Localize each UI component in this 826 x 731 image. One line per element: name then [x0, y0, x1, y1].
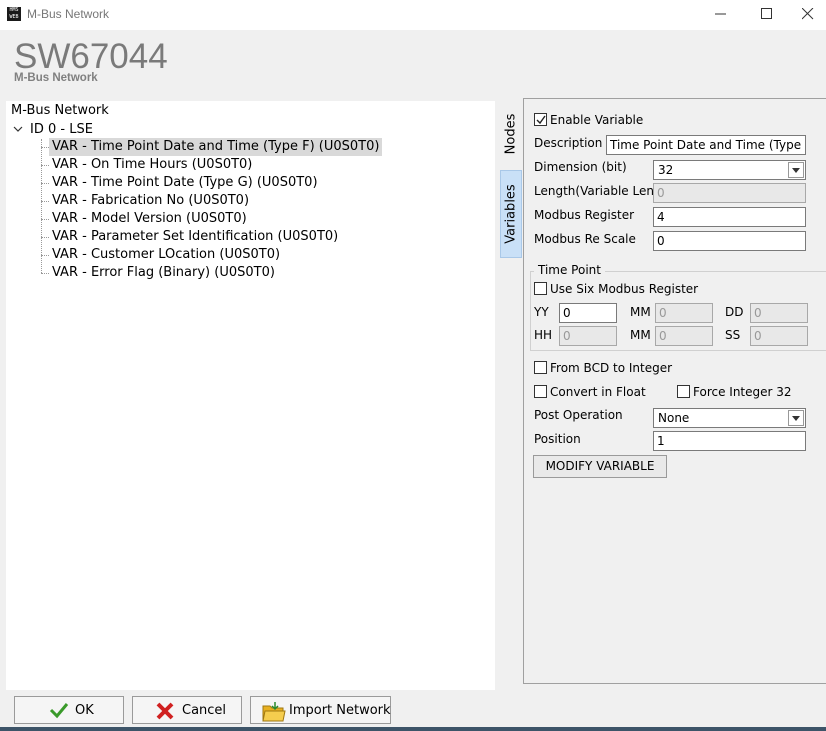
- ok-label: OK: [75, 703, 94, 718]
- tree-leaf-label: VAR - Error Flag (Binary) (U0S0T0): [52, 265, 275, 280]
- cancel-label: Cancel: [182, 703, 227, 718]
- use-six-modbus-checkbox[interactable]: [534, 282, 547, 295]
- tab-nodes[interactable]: Nodes: [500, 104, 522, 164]
- close-icon: [802, 8, 814, 20]
- ss-label: SS: [725, 328, 741, 342]
- dd-label: DD: [725, 305, 744, 319]
- enable-variable-label: Enable Variable: [550, 113, 644, 127]
- mm-month-field: 0: [655, 303, 713, 323]
- force-integer-label: Force Integer 32: [693, 385, 792, 399]
- import-network-button[interactable]: Import Network: [250, 696, 391, 724]
- maximize-button[interactable]: [744, 0, 790, 30]
- dd-field: 0: [750, 303, 808, 323]
- dimension-label: Dimension (bit): [534, 160, 627, 174]
- app-subtitle: M-Bus Network: [14, 72, 98, 84]
- modbus-scale-label: Modbus Re Scale: [534, 232, 636, 246]
- tree-node-label: ID 0 - LSE: [30, 122, 93, 137]
- close-button[interactable]: [790, 0, 826, 30]
- convert-float-label: Convert in Float: [550, 385, 646, 399]
- post-operation-select[interactable]: None: [653, 408, 806, 428]
- use-six-modbus-label: Use Six Modbus Register: [550, 282, 699, 296]
- tree-node-id0[interactable]: ID 0 - LSE: [11, 121, 211, 139]
- window-title: M-Bus Network: [27, 7, 110, 21]
- hh-field: 0: [559, 326, 617, 346]
- description-label: Description: [534, 136, 603, 150]
- ok-button[interactable]: OK: [14, 696, 124, 724]
- tree-leaf-label: VAR - Fabrication No (U0S0T0): [52, 193, 250, 208]
- variable-panel: Enable Variable Description Time Point D…: [523, 98, 826, 684]
- tree-connector: [41, 139, 42, 273]
- dimension-select[interactable]: 32: [653, 160, 806, 180]
- tab-variables-label: Variables: [503, 184, 519, 244]
- tree-leaf-label: VAR - On Time Hours (U0S0T0): [52, 157, 253, 172]
- modify-variable-button[interactable]: MODIFY VARIABLE: [533, 455, 667, 478]
- yy-field[interactable]: 0: [559, 303, 617, 323]
- maximize-icon: [761, 8, 772, 19]
- enable-variable-checkbox[interactable]: [534, 113, 547, 126]
- mm-minute-field: 0: [655, 326, 713, 346]
- minimize-button[interactable]: [698, 0, 744, 30]
- mm-month-label: MM: [630, 305, 651, 319]
- title-bar: HMS WEB M-Bus Network: [0, 0, 826, 30]
- ss-field: 0: [750, 326, 808, 346]
- length-label: Length(Variable Len): [534, 184, 659, 198]
- app-logo-icon: HMS WEB: [7, 7, 21, 21]
- folder-icon: [262, 702, 286, 722]
- tree-leaf-label: VAR - Parameter Set Identification (U0S0…: [52, 229, 339, 244]
- tree-leaf-label: VAR - Time Point Date (Type G) (U0S0T0): [52, 175, 318, 190]
- checkmark-icon: [536, 115, 546, 125]
- mm-minute-label: MM: [630, 328, 651, 342]
- description-field[interactable]: Time Point Date and Time (Type F): [606, 135, 806, 155]
- dropdown-arrow-icon[interactable]: [788, 162, 804, 178]
- checkmark-icon: [49, 703, 69, 719]
- minimize-icon: [715, 13, 726, 15]
- cancel-button[interactable]: Cancel: [132, 696, 242, 724]
- tree-root-label[interactable]: M-Bus Network: [11, 103, 109, 118]
- window-border: [0, 727, 826, 731]
- position-field[interactable]: 1: [653, 431, 806, 451]
- post-operation-value: None: [658, 411, 690, 425]
- modbus-register-label: Modbus Register: [534, 208, 635, 222]
- modbus-register-field[interactable]: 4: [653, 207, 806, 227]
- tree-leaf-label: VAR - Time Point Date and Time (Type F) …: [49, 138, 383, 156]
- dropdown-arrow-icon[interactable]: [788, 410, 804, 426]
- hh-label: HH: [534, 328, 553, 342]
- length-field: 0: [653, 183, 806, 203]
- network-tree: M-Bus Network ID 0 - LSE VAR - Time Poin…: [6, 101, 495, 690]
- chevron-down-icon[interactable]: [13, 124, 23, 134]
- bcd-to-integer-label: From BCD to Integer: [550, 361, 673, 375]
- tree-leaf-label: VAR - Customer LOcation (U0S0T0): [52, 247, 281, 262]
- dimension-value: 32: [658, 163, 674, 177]
- force-integer-checkbox[interactable]: [677, 385, 690, 398]
- tab-variables[interactable]: Variables: [500, 170, 522, 258]
- modbus-scale-field[interactable]: 0: [653, 231, 806, 251]
- import-network-label: Import Network: [289, 703, 391, 718]
- tree-leaf-label: VAR - Model Version (U0S0T0): [52, 211, 247, 226]
- app-name: SW67044: [14, 37, 168, 76]
- bcd-to-integer-checkbox[interactable]: [534, 361, 547, 374]
- header: SW67044 M-Bus Network: [0, 30, 826, 96]
- post-operation-label: Post Operation: [534, 408, 623, 422]
- time-point-title: Time Point: [534, 263, 605, 277]
- position-label: Position: [534, 432, 581, 446]
- yy-label: YY: [534, 305, 549, 319]
- cancel-x-icon: [156, 702, 174, 720]
- tab-nodes-label: Nodes: [503, 113, 519, 155]
- convert-float-checkbox[interactable]: [534, 385, 547, 398]
